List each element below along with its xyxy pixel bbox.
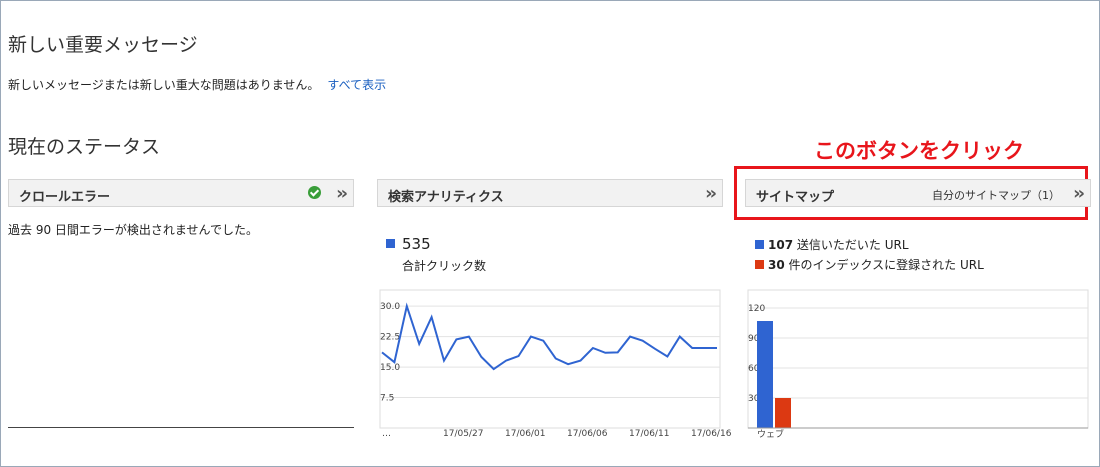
check-circle-icon	[308, 186, 321, 199]
x-tick-label: 17/06/01	[505, 429, 545, 439]
x-tick-label: 17/06/06	[567, 429, 608, 439]
search-analytics-label: 検索アナリティクス	[388, 190, 504, 205]
submitted-count: 107	[768, 238, 794, 252]
sitemaps-label: サイトマップ	[756, 190, 835, 205]
y-tick-label: 22.5	[380, 333, 400, 343]
new-messages-title: 新しい重要メッセージ	[8, 34, 198, 56]
search-analytics-header[interactable]: 検索アナリティクス ››	[377, 179, 723, 207]
total-clicks-label: 合計クリック数	[402, 259, 487, 273]
submitted-url-bar	[757, 321, 773, 428]
annotation-label: このボタンをクリック	[814, 139, 1024, 163]
sitemaps-header[interactable]: サイトマップ 自分のサイトマップ（1） ››	[745, 179, 1091, 207]
double-chevron-right-icon: ››	[336, 183, 348, 204]
y-tick-label: 15.0	[380, 363, 400, 373]
double-chevron-right-icon: ››	[1073, 183, 1085, 204]
chart-frame	[747, 289, 1089, 429]
double-chevron-right-icon: ››	[705, 183, 717, 204]
x-tick-label: 17/06/11	[629, 429, 669, 439]
clicks-legend-swatch	[386, 239, 395, 248]
crawl-errors-label: クロールエラー	[19, 190, 111, 205]
sitemap-bar-chart: 120906030ウェブ	[747, 289, 1089, 440]
crawl-errors-header[interactable]: クロールエラー ››	[8, 179, 354, 207]
indexed-legend-swatch	[755, 260, 764, 269]
x-category-label: ウェブ	[757, 428, 784, 440]
x-tick-label: 17/06/16	[691, 429, 732, 439]
y-tick-label: 7.5	[380, 394, 394, 404]
crawl-errors-divider	[8, 427, 354, 428]
indexed-legend: 30 件のインデックスに登録された URL	[768, 256, 984, 273]
x-tick-label: …	[382, 429, 391, 439]
total-clicks-value: 535	[402, 235, 431, 253]
submitted-legend-swatch	[755, 240, 764, 249]
show-all-link[interactable]: すべて表示	[327, 78, 386, 92]
indexed-url-bar	[775, 398, 791, 428]
status-title: 現在のステータス	[8, 136, 161, 158]
x-tick-label: 17/05/27	[443, 429, 483, 439]
clicks-series-line	[381, 302, 717, 371]
y-tick-label: 30.0	[380, 302, 400, 312]
my-sitemaps-count: 自分のサイトマップ（1）	[932, 189, 1060, 202]
indexed-count: 30	[768, 258, 785, 272]
chart-frame	[379, 289, 721, 429]
submitted-legend: 107 送信いただいた URL	[768, 236, 909, 253]
y-tick-label: 120	[748, 304, 765, 314]
indexed-label: 件のインデックスに登録された URL	[788, 258, 984, 272]
crawl-errors-message: 過去 90 日間エラーが検出されませんでした。	[8, 223, 258, 237]
submitted-label: 送信いただいた URL	[796, 238, 909, 252]
new-messages-body: 新しいメッセージまたは新しい重大な問題はありません。 すべて表示	[8, 76, 386, 93]
new-messages-text: 新しいメッセージまたは新しい重大な問題はありません。	[8, 78, 320, 92]
clicks-line-chart: 30.0 22.5 15.0 7.5 … 17/05/27 17/06/01 17/06/06…	[379, 289, 732, 439]
